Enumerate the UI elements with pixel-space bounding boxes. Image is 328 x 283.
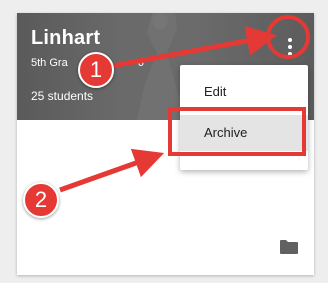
more-vert-icon[interactable]: [281, 34, 299, 60]
class-options-menu: Edit Archive: [180, 65, 308, 170]
menu-item-edit[interactable]: Edit: [180, 74, 308, 110]
menu-item-archive[interactable]: Archive: [180, 115, 308, 151]
class-title[interactable]: Linhart: [31, 27, 100, 50]
folder-icon[interactable]: [279, 239, 299, 255]
step-badge-2: 2: [23, 182, 59, 218]
step-badge-1: 1: [78, 52, 114, 88]
class-subtitle-text: 5th Gra: [31, 57, 68, 69]
student-count: 25 students: [31, 89, 94, 103]
class-subtitle-tail: 6: [137, 57, 144, 69]
